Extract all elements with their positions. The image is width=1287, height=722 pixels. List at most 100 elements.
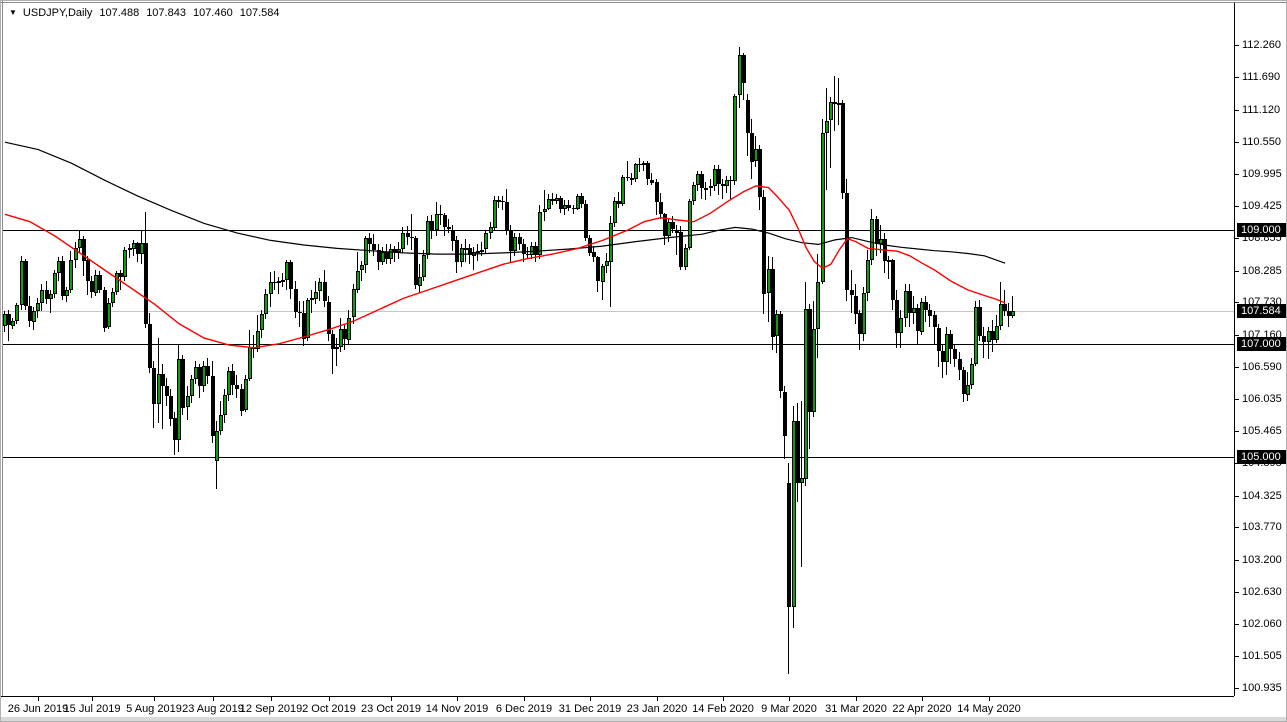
candle-bullish [684,248,688,267]
price-axis[interactable]: 112.260111.690111.120110.550109.995109.4… [1234,3,1287,696]
candle-bearish [584,204,588,238]
candle-wick [983,327,984,358]
candle-bullish [692,185,696,201]
candle-wick [627,161,628,181]
candle-bearish [762,197,766,294]
candle-bullish [111,292,115,303]
candlestick-plot-area[interactable] [1,1,1234,696]
candle-wick [448,219,449,233]
candle-bullish [264,294,268,314]
price-axis-tick [1235,206,1239,207]
candle-wick [618,192,619,208]
price-axis-label: 106.035 [1242,393,1282,405]
price-level-line[interactable] [3,311,1234,312]
price-axis-tick [1235,399,1239,400]
candle-bearish [958,359,962,370]
candle-bullish [634,164,638,179]
candle-bullish [244,379,248,410]
price-axis-label: 106.590 [1242,361,1282,373]
window-bottom-strip [1,717,1287,722]
candle-bullish [418,277,422,286]
time-axis-label: 6 Dec 2019 [496,703,552,715]
candle-bullish [107,303,111,327]
candle-wick [527,247,528,259]
candle-bearish [891,260,895,300]
quote-high: 107.843 [146,7,186,19]
time-axis-tick [789,697,790,701]
time-axis-tick [989,697,990,701]
candle-bullish [40,290,44,303]
price-level-line[interactable] [3,230,1234,231]
time-axis-label: 9 Mar 2020 [761,703,817,715]
time-axis-tick [213,697,214,701]
candle-bearish [588,238,592,253]
price-axis-tick [1235,77,1239,78]
price-axis-label: 102.630 [1242,586,1282,598]
time-axis-label: 14 Feb 2020 [692,703,754,715]
price-axis-label: 105.465 [1242,425,1282,437]
candle-bullish [36,303,40,311]
price-axis-label: 110.550 [1242,136,1281,148]
candle-wick [826,88,827,190]
candle-bullish [15,305,19,321]
candle-bearish [742,55,746,83]
candle-wick [411,214,412,250]
candle-bullish [248,347,252,379]
candle-wick [473,247,474,270]
time-axis-tick [657,697,658,701]
price-axis-label: 112.260 [1242,39,1281,51]
candle-bearish [1003,304,1007,311]
candle-bearish [169,396,173,419]
chart-window: ▼USDJPY,Daily107.488107.843107.460107.58… [0,0,1287,722]
candle-wick [705,182,706,200]
candle-wick [274,271,275,290]
candle-wick [502,196,503,210]
candle-bullish [825,121,829,133]
candle-bullish [314,292,318,299]
candle-bullish [480,250,484,252]
price-axis-tick [1235,560,1239,561]
candle-bullish [970,364,974,385]
time-axis-label: 23 Aug 2019 [182,703,244,715]
time-axis-tick [271,697,272,701]
candle-wick [361,261,362,281]
candle-bullish [870,219,874,260]
candle-bearish [206,366,210,376]
price-level-line[interactable] [3,457,1234,458]
candle-bearish [655,182,659,202]
time-axis-tick [856,697,857,701]
price-axis-tick [1235,496,1239,497]
candle-bearish [443,215,447,227]
candle-wick [838,78,839,125]
price-axis-label: 111.120 [1242,104,1280,116]
price-axis-tick [1235,688,1239,689]
candle-bullish [32,311,36,322]
candle-bullish [352,289,356,317]
collapse-chart-icon[interactable]: ▼ [9,8,17,17]
candle-bearish [98,275,102,290]
candle-bearish [700,174,704,188]
candle-bullish [186,396,190,407]
candle-bullish [306,300,310,338]
price-axis-tick [1235,624,1239,625]
candle-bearish [161,374,165,386]
price-level-line[interactable] [3,344,1234,345]
candle-bearish [231,371,235,385]
candle-bullish [123,250,127,277]
candle-bearish [978,307,982,336]
price-axis-tick [1235,431,1239,432]
candle-bearish [455,240,459,262]
candle-bullish [543,209,547,212]
candle-bullish [899,318,903,333]
time-axis-label: 15 Jul 2019 [64,703,121,715]
candle-bullish [49,294,53,299]
candle-bullish [65,290,69,296]
candle-bearish [372,244,376,250]
time-axis-label: 14 Nov 2019 [426,703,488,715]
candle-bullish [829,102,833,120]
candle-bearish [646,163,650,179]
candle-wick [129,244,130,258]
candle-bullish [995,326,999,340]
time-axis-label: 31 Dec 2019 [559,703,621,715]
candle-bearish [518,237,522,244]
